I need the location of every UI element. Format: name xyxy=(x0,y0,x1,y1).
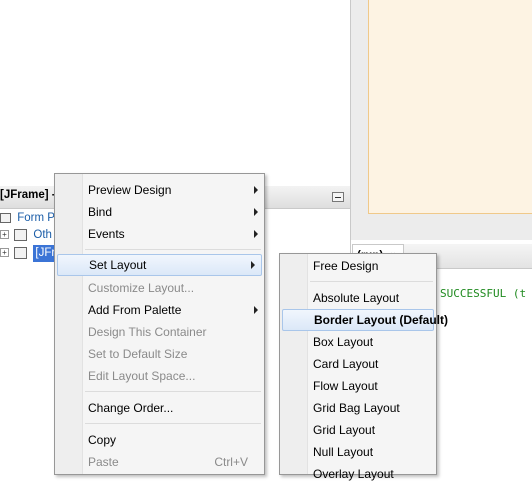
menu-item-label: Flow Layout xyxy=(313,379,378,393)
layout-item-free-design[interactable]: Free Design xyxy=(280,255,436,277)
menu-item-set-layout[interactable]: Set Layout xyxy=(57,254,262,276)
tree-node-form-properties[interactable]: Form Pr xyxy=(0,210,59,227)
menu-item-label: Free Design xyxy=(313,259,379,273)
layout-item-overlay[interactable]: Overlay Layout xyxy=(280,463,436,485)
menu-separator xyxy=(85,423,261,424)
menu-item-label: Copy xyxy=(88,433,117,447)
menu-item-label: Set to Default Size xyxy=(88,347,188,361)
menu-item-events[interactable]: Events xyxy=(55,223,264,245)
menu-separator xyxy=(85,391,261,392)
expand-icon[interactable]: + xyxy=(0,230,9,240)
menu-item-preview-design[interactable]: Preview Design xyxy=(55,179,264,201)
layout-item-grid-bag[interactable]: Grid Bag Layout xyxy=(280,397,436,419)
menu-item-design-this-container[interactable]: Design This Container xyxy=(55,321,264,343)
menu-item-add-from-palette[interactable]: Add From Palette xyxy=(55,299,264,321)
output-text: SUCCESSFUL (t xyxy=(440,287,527,300)
menu-item-label: Null Layout xyxy=(313,445,374,459)
expand-icon[interactable]: + xyxy=(0,248,9,258)
menu-separator xyxy=(85,249,261,250)
menu-item-label: Box Layout xyxy=(313,335,374,349)
layout-item-absolute[interactable]: Absolute Layout xyxy=(280,287,436,309)
menu-item-copy[interactable]: Copy xyxy=(55,429,264,451)
shortcut-label: Ctrl+V xyxy=(214,455,248,469)
menu-item-label: Absolute Layout xyxy=(313,291,400,305)
menu-item-label: Edit Layout Space... xyxy=(88,369,196,383)
menu-item-label: Preview Design xyxy=(88,183,172,197)
menu-item-customize-layout[interactable]: Customize Layout... xyxy=(55,277,264,299)
layout-item-box[interactable]: Box Layout xyxy=(280,331,436,353)
menu-separator xyxy=(310,281,433,282)
menu-item-bind[interactable]: Bind xyxy=(55,201,264,223)
menu-item-paste[interactable]: Paste Ctrl+V xyxy=(55,451,264,473)
layout-item-border-default[interactable]: Border Layout (Default) xyxy=(282,309,448,331)
menu-item-label: Design This Container xyxy=(88,325,207,339)
menu-item-label: Card Layout xyxy=(313,357,379,371)
context-menu: Preview Design Bind Events Set Layout Cu… xyxy=(54,173,265,475)
submenu-arrow-icon xyxy=(254,208,258,216)
menu-item-label: Add From Palette xyxy=(88,303,182,317)
menu-item-label: Events xyxy=(88,227,125,241)
submenu-arrow-icon xyxy=(254,306,258,314)
menu-item-set-default-size[interactable]: Set to Default Size xyxy=(55,343,264,365)
submenu-arrow-icon xyxy=(254,186,258,194)
layout-item-grid[interactable]: Grid Layout xyxy=(280,419,436,441)
layout-item-flow[interactable]: Flow Layout xyxy=(280,375,436,397)
menu-item-label: Grid Layout xyxy=(313,423,376,437)
menu-item-label: Bind xyxy=(88,205,113,219)
tree-node-other[interactable]: + Oth xyxy=(0,227,52,244)
menu-item-label: Change Order... xyxy=(88,401,174,415)
menu-item-label: Set Layout xyxy=(89,258,147,272)
submenu-arrow-icon xyxy=(251,261,255,269)
minimize-icon[interactable] xyxy=(332,192,344,202)
menu-item-change-order[interactable]: Change Order... xyxy=(55,397,264,419)
tree-node-label: Oth xyxy=(33,229,52,241)
navigator-title: [JFrame] - xyxy=(0,189,56,201)
form-designer-area xyxy=(0,0,351,186)
layout-item-null[interactable]: Null Layout xyxy=(280,441,436,463)
jframe-icon xyxy=(14,246,28,259)
menu-item-label: Overlay Layout xyxy=(313,467,394,481)
submenu-arrow-icon xyxy=(254,230,258,238)
tree-node-label: Form Pr xyxy=(17,212,59,224)
menu-item-edit-layout-space[interactable]: Edit Layout Space... xyxy=(55,365,264,387)
form-icon xyxy=(0,212,11,223)
design-canvas[interactable] xyxy=(368,0,532,214)
tree-node-jframe[interactable]: + [JFr xyxy=(0,245,58,262)
set-layout-submenu: Free Design Absolute Layout Border Layou… xyxy=(279,253,448,481)
menu-item-label: Border Layout (Default) xyxy=(314,313,449,327)
layout-item-card[interactable]: Card Layout xyxy=(280,353,436,375)
menu-item-label: Grid Bag Layout xyxy=(313,401,400,415)
menu-item-label: Paste xyxy=(88,455,119,469)
components-icon xyxy=(14,228,28,241)
menu-item-label: Customize Layout... xyxy=(88,281,195,295)
